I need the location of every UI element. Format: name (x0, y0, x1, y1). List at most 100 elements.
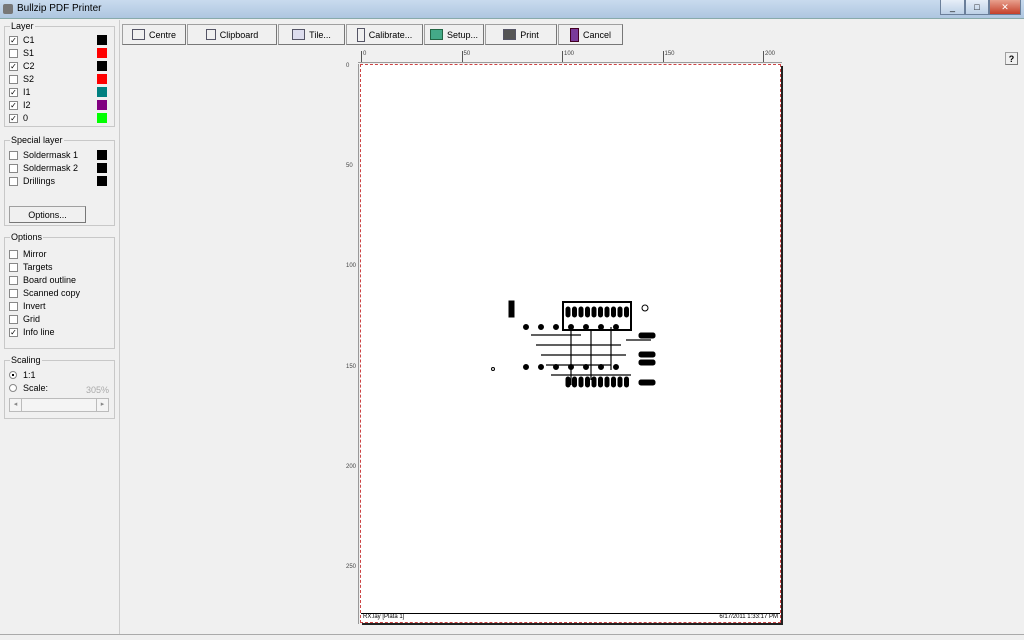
layer-color-swatch[interactable] (97, 150, 107, 160)
v-ruler-label: 0 (346, 63, 350, 69)
checkbox-label: Soldermask 2 (23, 163, 79, 173)
checkbox-mirror[interactable]: Mirror (9, 248, 47, 260)
checkbox-box: ✓ (9, 113, 18, 123)
layer-color-swatch[interactable] (97, 113, 107, 123)
options-title: Options (10, 232, 44, 242)
layer-color-swatch[interactable] (97, 48, 107, 58)
checkbox-label: I1 (23, 87, 31, 97)
checkbox-board-outline[interactable]: Board outline (9, 274, 76, 286)
checkbox-box (9, 48, 18, 58)
tile-button[interactable]: Tile... (278, 24, 345, 45)
label: Calibrate... (368, 29, 413, 40)
tile-icon (292, 29, 306, 40)
checkbox-box (9, 288, 18, 298)
checkbox-box: ✓ (9, 100, 18, 110)
info-filename: RX.lay [Plata 1] (363, 614, 405, 620)
calibrate-button[interactable]: Calibrate... (346, 24, 423, 45)
layer-color-swatch[interactable] (97, 74, 107, 84)
checkbox-box (9, 249, 18, 259)
checkbox-label: C1 (23, 35, 35, 45)
checkbox-s1[interactable]: S1 (9, 47, 34, 59)
help-button[interactable]: ? (1005, 52, 1018, 65)
centre-button[interactable]: Centre (122, 24, 186, 45)
scroll-left-icon[interactable]: ◂ (10, 399, 22, 411)
layer-color-swatch[interactable] (97, 35, 107, 45)
info-timestamp: 6/17/2011 1:33:17 PM (719, 614, 778, 620)
label: Centre (148, 29, 176, 40)
checkbox-box (9, 176, 18, 186)
checkbox-c1[interactable]: ✓ C1 (9, 34, 35, 46)
clipboard-button[interactable]: Clipboard (187, 24, 277, 45)
checkbox-label: Scanned copy (23, 288, 81, 298)
vertical-ruler (345, 64, 359, 624)
h-ruler-label: 200 (763, 51, 775, 62)
info-line: RX.lay [Plata 1] 6/17/2011 1:33:17 PM (361, 613, 780, 622)
checkbox-drillings[interactable]: Drillings (9, 175, 55, 187)
options-button[interactable]: Options... (9, 206, 86, 223)
layer-color-swatch[interactable] (97, 87, 107, 97)
radio-scale[interactable]: Scale: (9, 382, 48, 394)
layer-color-swatch[interactable] (97, 100, 107, 110)
label: Setup... (446, 29, 479, 40)
scale-value: 305% (85, 385, 109, 395)
checkbox-info-line[interactable]: ✓ Info line (9, 326, 55, 338)
setup-icon (429, 29, 443, 40)
minimize-button[interactable]: _ (940, 0, 965, 15)
centre-icon (131, 29, 145, 40)
checkbox-label: Mirror (23, 249, 47, 259)
v-ruler-label: 150 (346, 363, 357, 370)
checkbox-label: Targets (23, 262, 53, 272)
layer-color-swatch[interactable] (97, 163, 107, 173)
radio-1-1[interactable]: 1:1 (9, 369, 36, 381)
h-ruler-label: 50 (461, 51, 470, 62)
radio-label: 1:1 (23, 370, 36, 380)
radio-dot (9, 384, 17, 392)
options-group: Options Mirror Targets Board outline Scanne… (4, 232, 115, 349)
layer-color-swatch[interactable] (97, 176, 107, 186)
cancel-button[interactable]: Cancel (558, 24, 623, 45)
label: Clipboard (219, 29, 259, 40)
checkbox-0[interactable]: ✓ 0 (9, 112, 28, 124)
checkbox-box (9, 262, 18, 272)
status-bar (0, 634, 1024, 640)
checkbox-grid[interactable]: Grid (9, 313, 40, 325)
checkbox-soldermask-1[interactable]: Soldermask 1 (9, 149, 78, 161)
print-button[interactable]: Print (485, 24, 557, 45)
scroll-right-icon[interactable]: ▸ (96, 399, 108, 411)
checkbox-box (9, 150, 18, 160)
close-button[interactable]: ✕ (989, 0, 1021, 15)
checkbox-box (9, 301, 18, 311)
checkbox-scanned-copy[interactable]: Scanned copy (9, 287, 80, 299)
v-ruler-label: 250 (346, 564, 357, 570)
checkbox-c2[interactable]: ✓ C2 (9, 60, 35, 72)
scaling-group: Scaling 1:1 Scale: 305% ◂ ▸ (4, 355, 115, 419)
checkbox-box (9, 314, 18, 324)
checkbox-box: ✓ (9, 35, 18, 45)
checkbox-box (9, 163, 18, 173)
maximize-button[interactable]: □ (965, 0, 989, 15)
v-ruler-label: 200 (346, 463, 357, 470)
checkbox-label: Info line (23, 327, 55, 337)
printer-app-icon (3, 4, 13, 14)
v-ruler-label: 100 (346, 263, 357, 270)
checkbox-label: Soldermask 1 (23, 150, 79, 160)
printer-icon (503, 29, 517, 40)
checkbox-i2[interactable]: ✓ I2 (9, 99, 31, 111)
checkbox-targets[interactable]: Targets (9, 261, 53, 273)
checkbox-label: Board outline (23, 275, 77, 285)
checkbox-label: 0 (23, 113, 29, 123)
checkbox-label: Invert (23, 301, 46, 311)
checkbox-i1[interactable]: ✓ I1 (9, 86, 31, 98)
checkbox-box (9, 74, 18, 84)
setup-button[interactable]: Setup... (424, 24, 484, 45)
checkbox-invert[interactable]: Invert (9, 300, 46, 312)
checkbox-label: S2 (23, 74, 35, 84)
checkbox-s2[interactable]: S2 (9, 73, 34, 85)
label: Tile... (309, 29, 331, 40)
checkbox-label: Grid (23, 314, 41, 324)
scale-slider[interactable]: ◂ ▸ (9, 398, 109, 412)
radio-dot (9, 371, 17, 379)
checkbox-label: I2 (23, 100, 31, 110)
checkbox-soldermask-2[interactable]: Soldermask 2 (9, 162, 78, 174)
layer-color-swatch[interactable] (97, 61, 107, 71)
